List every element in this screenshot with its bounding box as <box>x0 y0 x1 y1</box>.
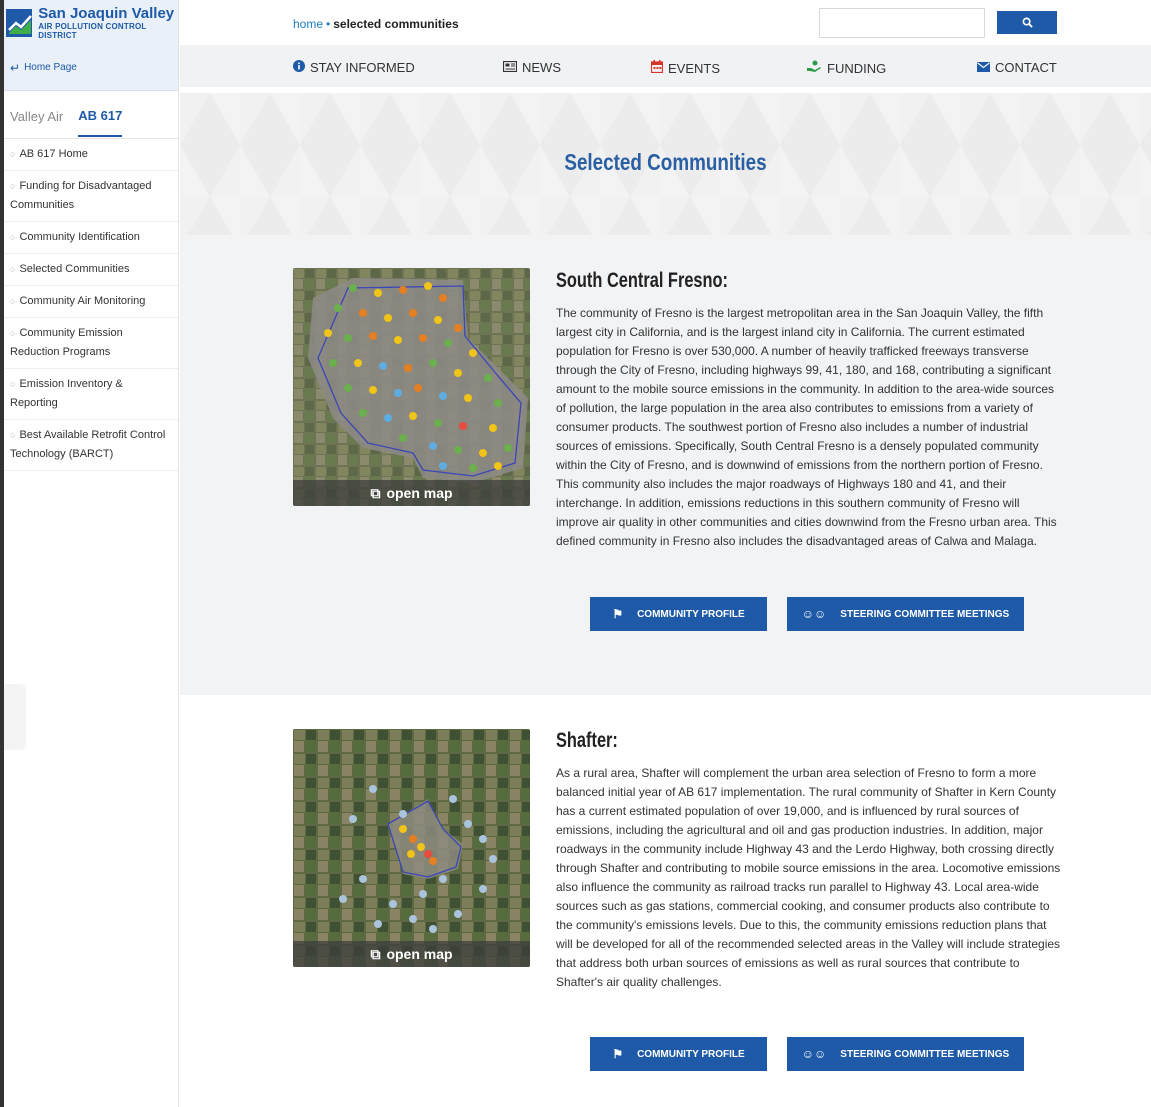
funding-icon <box>807 60 822 76</box>
nav-label: EVENTS <box>668 60 721 76</box>
calendar-icon <box>650 60 664 76</box>
satellite-map-image <box>293 268 530 506</box>
page-title: Selected Communities <box>564 149 767 175</box>
external-link-icon: ⧉ <box>370 484 381 501</box>
nav-news[interactable]: NEWS <box>502 60 561 75</box>
breadcrumb: home • selected communities <box>293 17 459 31</box>
sidebar-item-label: Best Available Retrofit Control Technolo… <box>10 429 166 460</box>
nav-label: CONTACT <box>995 60 1057 75</box>
tab-valley-air[interactable]: Valley Air <box>10 93 63 136</box>
bullet-icon: ○ <box>10 296 16 306</box>
logo-name: San Joaquin Valley <box>38 4 175 22</box>
sidebar-item-label: Emission Inventory & Reporting <box>10 378 123 409</box>
community-title: South Central Fresno: <box>556 269 729 292</box>
nav-contact[interactable]: CONTACT <box>977 60 1057 75</box>
main-nav: STAY INFORMED NEWS EVENTS FUNDING CONTAC… <box>180 45 1151 90</box>
bullet-icon: ○ <box>10 430 16 440</box>
sidebar-item-community-identification[interactable]: ○ Community Identification <box>4 222 178 254</box>
sidebar-item-emission-inventory[interactable]: ○ Emission Inventory & Reporting <box>4 369 178 420</box>
sidebar-tabs: Valley Air AB 617 <box>4 91 178 139</box>
steering-committee-button[interactable]: ☺☺ STEERING COMMITTEE MEETINGS <box>787 597 1024 631</box>
community-map-fresno[interactable]: ⧉ open map <box>293 268 530 506</box>
nav-label: FUNDING <box>827 60 887 76</box>
topbar: home • selected communities <box>180 0 1151 45</box>
sidebar-toggle-handle[interactable] <box>4 684 26 750</box>
bullet-icon: ○ <box>10 232 16 242</box>
community-profile-button[interactable]: ⚑ COMMUNITY PROFILE <box>590 597 767 631</box>
nav-label: STAY INFORMED <box>310 60 415 75</box>
button-label: COMMUNITY PROFILE <box>637 608 745 620</box>
community-section-fresno: ⧉ open map South Central Fresno: The com… <box>180 235 1151 695</box>
breadcrumb-current: selected communities <box>333 17 459 31</box>
tab-ab-617[interactable]: AB 617 <box>78 92 123 137</box>
sidebar-item-label: Selected Communities <box>19 263 130 275</box>
users-icon: ☺☺ <box>801 607 827 621</box>
sidebar-item-label: AB 617 Home <box>19 148 88 160</box>
newspaper-icon <box>502 60 518 75</box>
open-map-button[interactable]: ⧉ open map <box>293 941 530 967</box>
nav-events[interactable]: EVENTS <box>650 60 721 76</box>
home-page-label: Home Page <box>24 62 77 73</box>
button-label: COMMUNITY PROFILE <box>637 1048 745 1060</box>
external-link-icon: ⧉ <box>370 945 381 962</box>
search-icon <box>1022 17 1033 28</box>
bullet-icon: ○ <box>10 181 16 191</box>
satellite-map-image <box>293 729 530 967</box>
sidebar-item-funding[interactable]: ○ Funding for Disadvantaged Communities <box>4 171 178 222</box>
sidebar: San Joaquin Valley AIR POLLUTION CONTROL… <box>4 0 179 1107</box>
breadcrumb-separator: • <box>326 17 331 31</box>
search-button[interactable] <box>997 11 1057 34</box>
logo-subtitle: AIR POLLUTION CONTROL DISTRICT <box>38 21 147 40</box>
search-input[interactable] <box>819 8 985 38</box>
button-label: STEERING COMMITTEE MEETINGS <box>840 608 1010 620</box>
sidebar-item-label: Community Identification <box>19 231 140 243</box>
community-title: Shafter: <box>556 729 618 752</box>
button-label: STEERING COMMITTEE MEETINGS <box>840 1048 1010 1060</box>
sidebar-item-label: Community Emission Reduction Programs <box>10 327 123 358</box>
bullet-icon: ○ <box>10 328 16 338</box>
map-marker-icon: ⚑ <box>612 1047 624 1061</box>
sidebar-item-selected-communities[interactable]: ○ Selected Communities <box>4 254 178 286</box>
bullet-icon: ○ <box>10 264 16 274</box>
back-arrow-icon: ↵ <box>10 60 21 75</box>
sidebar-menu: ○ AB 617 Home ○ Funding for Disadvantaged … <box>4 139 178 471</box>
open-map-button[interactable]: ⧉ open map <box>293 480 530 506</box>
sidebar-item-ab617-home[interactable]: ○ AB 617 Home <box>4 139 178 171</box>
open-map-label: open map <box>386 946 453 962</box>
steering-committee-button[interactable]: ☺☺ STEERING COMMITTEE MEETINGS <box>787 1037 1024 1071</box>
bullet-icon: ○ <box>10 149 16 159</box>
home-page-link[interactable]: ↵ Home Page <box>4 45 178 91</box>
nav-label: NEWS <box>522 60 561 75</box>
sidebar-item-air-monitoring[interactable]: ○ Community Air Monitoring <box>4 286 178 318</box>
community-description: The community of Fresno is the largest m… <box>556 306 1057 548</box>
sidebar-item-label: Funding for Disadvantaged Communities <box>10 180 152 211</box>
nav-stay-informed[interactable]: STAY INFORMED <box>293 60 415 75</box>
info-icon <box>293 60 305 75</box>
open-map-label: open map <box>386 485 453 501</box>
community-profile-button[interactable]: ⚑ COMMUNITY PROFILE <box>590 1037 767 1071</box>
breadcrumb-home-link[interactable]: home <box>293 17 323 31</box>
community-description: As a rural area, Shafter will complement… <box>556 766 1061 989</box>
community-section-shafter: ⧉ open map Shafter: As a rural area, Sha… <box>180 695 1151 1107</box>
bullet-icon: ○ <box>10 379 16 389</box>
map-marker-icon: ⚑ <box>612 607 624 621</box>
nav-funding[interactable]: FUNDING <box>807 60 886 76</box>
community-map-shafter[interactable]: ⧉ open map <box>293 729 530 967</box>
logo[interactable]: San Joaquin Valley AIR POLLUTION CONTROL… <box>4 0 178 45</box>
sidebar-item-barct[interactable]: ○ Best Available Retrofit Control Technol… <box>4 420 178 471</box>
logo-mark-icon <box>6 8 33 37</box>
sidebar-item-label: Community Air Monitoring <box>19 295 146 307</box>
hero-banner: Selected Communities <box>180 93 1151 235</box>
sidebar-item-emission-reduction[interactable]: ○ Community Emission Reduction Programs <box>4 318 178 369</box>
users-icon: ☺☺ <box>801 1047 827 1061</box>
envelope-icon <box>977 60 990 75</box>
